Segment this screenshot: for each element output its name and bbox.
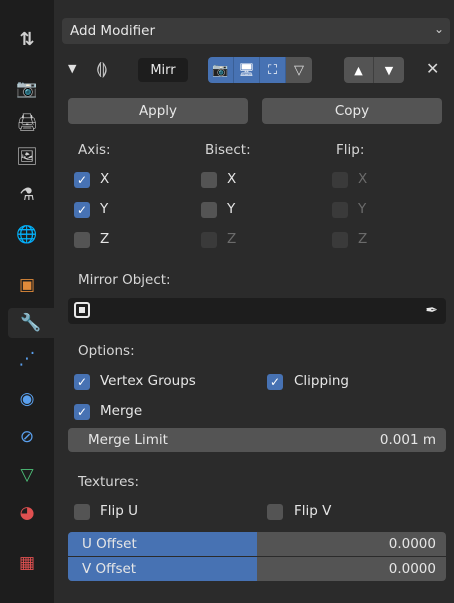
- bisect-heading: Bisect:: [205, 142, 251, 158]
- v-offset-value: 0.0000: [388, 561, 436, 577]
- flip-v-label: Flip V: [294, 503, 332, 519]
- particles-tab[interactable]: ⋰: [10, 344, 44, 374]
- move-down-button[interactable]: ▼: [374, 57, 404, 83]
- v-offset-slider[interactable]: V Offset 0.0000: [68, 557, 446, 581]
- edit-mode-toggle[interactable]: 📷: [208, 57, 234, 83]
- object-icon: ▣: [18, 275, 36, 295]
- realtime-toggle[interactable]: 🖥: [234, 57, 260, 83]
- merge-limit-value: 0.001 m: [379, 432, 436, 448]
- monitor-icon: 🖥: [238, 62, 255, 78]
- flip-x-label: X: [358, 171, 368, 187]
- flip-u-checkbox[interactable]: [74, 504, 90, 520]
- merge-checkbox[interactable]: ✓: [74, 404, 90, 420]
- on-cage-toggle[interactable]: ▽: [286, 57, 312, 83]
- world-icon: 🌐: [16, 225, 38, 245]
- object-data-icon: ▽: [20, 465, 34, 485]
- clipping-checkbox[interactable]: ✓: [267, 374, 283, 390]
- flip-heading: Flip:: [336, 142, 365, 158]
- v-offset-label: V Offset: [82, 561, 137, 577]
- u-offset-label: U Offset: [82, 536, 137, 552]
- modifier-wrench-icon: 🔧: [20, 313, 42, 333]
- apply-button[interactable]: Apply: [68, 98, 248, 124]
- eyedropper-icon[interactable]: ✒: [425, 301, 438, 319]
- modifier-properties-panel: Add Modifier ⌄ ▼ ⟬⟭ Mirr 📷 🖥 ⛶ ▽ ▲ ▼ ✕ A…: [54, 0, 454, 603]
- axis-x-label: X: [100, 171, 110, 187]
- tool-icon[interactable]: ⇅: [12, 24, 42, 54]
- material-tab[interactable]: ◕: [10, 498, 44, 528]
- object-icon: [74, 302, 90, 318]
- mirror-object-label: Mirror Object:: [78, 272, 171, 288]
- mirror-object-field[interactable]: ✒: [68, 298, 446, 324]
- add-modifier-label: Add Modifier: [70, 23, 156, 39]
- axis-y-label: Y: [100, 201, 109, 217]
- view-layer-icon: 🖼: [16, 147, 38, 167]
- object-data-tab[interactable]: ▽: [10, 460, 44, 490]
- flip-u-label: Flip U: [100, 503, 139, 519]
- bisect-y-checkbox[interactable]: [201, 202, 217, 218]
- camera-icon: 📷: [212, 62, 229, 78]
- triangle-mesh-icon: ▽: [294, 62, 304, 78]
- bisect-z-label: Z: [227, 231, 237, 247]
- output-icon: 🖨: [16, 113, 38, 133]
- arrow-down-icon: ▼: [384, 63, 394, 77]
- bisect-z-checkbox[interactable]: [201, 232, 217, 248]
- vertex-groups-checkbox[interactable]: ✓: [74, 374, 90, 390]
- render-tab[interactable]: 📷: [10, 74, 44, 104]
- flip-z-checkbox[interactable]: [332, 232, 348, 248]
- render-toggle[interactable]: ⛶: [260, 57, 286, 83]
- physics-icon: ◉: [19, 389, 35, 409]
- u-offset-value: 0.0000: [388, 536, 436, 552]
- flip-x-checkbox[interactable]: [332, 172, 348, 188]
- move-up-button[interactable]: ▲: [344, 57, 374, 83]
- u-offset-slider[interactable]: U Offset 0.0000: [68, 532, 446, 556]
- axis-z-checkbox[interactable]: [74, 232, 90, 248]
- bisect-y-label: Y: [227, 201, 236, 217]
- output-tab[interactable]: 🖨: [10, 108, 44, 138]
- axis-x-checkbox[interactable]: ✓: [74, 172, 90, 188]
- textures-heading: Textures:: [78, 474, 140, 490]
- clipping-label: Clipping: [294, 373, 349, 389]
- axis-z-label: Z: [100, 231, 110, 247]
- chevron-down-icon: ⌄: [433, 22, 444, 36]
- copy-button[interactable]: Copy: [262, 98, 442, 124]
- texture-icon: ▦: [18, 553, 36, 573]
- merge-limit-slider[interactable]: Merge Limit 0.001 m: [68, 428, 446, 452]
- constraints-icon: ⊘: [19, 427, 35, 447]
- scene-tab[interactable]: ⚗: [10, 180, 44, 210]
- constraints-tab[interactable]: ⊘: [10, 422, 44, 452]
- modifier-name-field[interactable]: Mirr: [138, 58, 188, 82]
- flip-y-checkbox[interactable]: [332, 202, 348, 218]
- add-modifier-dropdown[interactable]: Add Modifier ⌄: [62, 18, 450, 44]
- mirror-modifier-header: ▼ ⟬⟭ Mirr 📷 🖥 ⛶ ▽ ▲ ▼ ✕: [62, 56, 450, 86]
- arrow-up-icon: ▲: [354, 63, 363, 77]
- merge-label: Merge: [100, 403, 143, 419]
- flip-z-label: Z: [358, 231, 368, 247]
- bisect-x-label: X: [227, 171, 237, 187]
- editmode-vertices-icon: ⛶: [267, 62, 278, 78]
- flip-y-label: Y: [358, 201, 367, 217]
- options-heading: Options:: [78, 343, 135, 359]
- view-layer-tab[interactable]: 🖼: [10, 142, 44, 172]
- scene-icon: ⚗: [19, 185, 35, 205]
- merge-limit-label: Merge Limit: [88, 432, 168, 448]
- axis-heading: Axis:: [78, 142, 111, 158]
- vertex-groups-label: Vertex Groups: [100, 373, 196, 389]
- collapse-arrow-icon[interactable]: ▼: [68, 62, 76, 75]
- render-icon: 📷: [16, 79, 38, 99]
- particles-icon: ⋰: [18, 349, 36, 369]
- object-tab[interactable]: ▣: [10, 270, 44, 300]
- close-icon[interactable]: ✕: [426, 59, 439, 78]
- texture-tab[interactable]: ▦: [10, 548, 44, 578]
- flip-v-checkbox[interactable]: [267, 504, 283, 520]
- axis-y-checkbox[interactable]: ✓: [74, 202, 90, 218]
- modifier-tab[interactable]: 🔧: [8, 308, 54, 338]
- properties-tab-strip: ⇅ 📷 🖨 🖼 ⚗ 🌐 ▣ 🔧 ⋰ ◉ ⊘ ▽ ◕ ▦: [0, 0, 54, 603]
- mirror-modifier-icon: ⟬⟭: [96, 59, 108, 78]
- material-icon: ◕: [19, 503, 35, 523]
- world-tab[interactable]: 🌐: [10, 220, 44, 250]
- modifier-visibility-toggles: 📷 🖥 ⛶ ▽: [208, 57, 312, 83]
- modifier-move-buttons: ▲ ▼: [344, 57, 404, 83]
- bisect-x-checkbox[interactable]: [201, 172, 217, 188]
- physics-tab[interactable]: ◉: [10, 384, 44, 414]
